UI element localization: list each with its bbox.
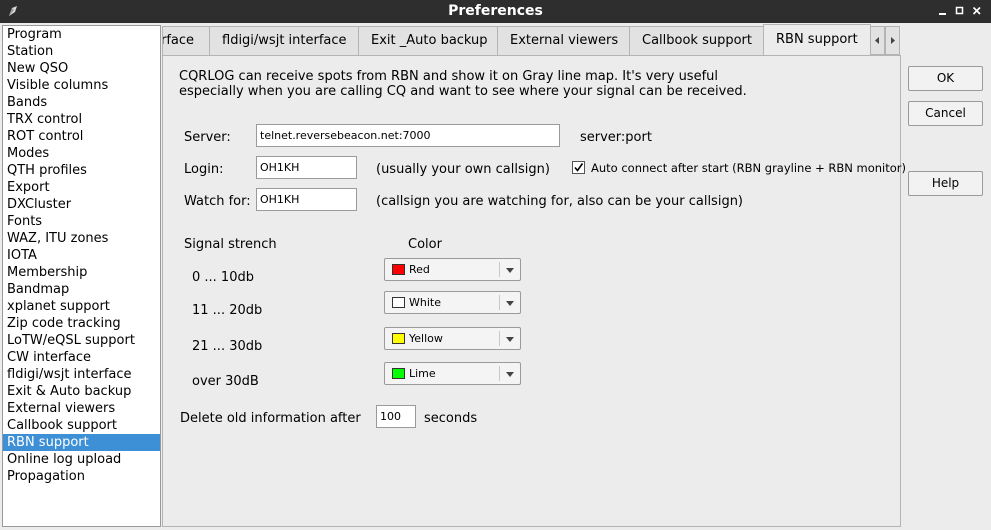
tab-cw-interface-clipped[interactable]: rface [162,26,210,55]
sidebar-item-cw-interface[interactable]: CW interface [3,349,160,366]
sidebar-item-propagation[interactable]: Propagation [3,468,160,485]
signal-strength-header: Signal strench [184,237,277,252]
sidebar-item-zip-code-tracking[interactable]: Zip code tracking [3,315,160,332]
sidebar-item-station[interactable]: Station [3,43,160,60]
tab-callbook-support[interactable]: Callbook support [629,26,764,55]
sidebar-item-exit-auto-backup[interactable]: Exit & Auto backup [3,383,160,400]
chevron-down-icon [506,301,514,306]
sidebar-item-fldigi-wsjt-interface[interactable]: fldigi/wsjt interface [3,366,160,383]
tab-scroll-right-button[interactable] [885,26,900,55]
color-select-11-20[interactable]: White [384,291,521,314]
server-hint: server:port [580,130,652,145]
tab-fldigi-wsjt-interface[interactable]: fldigi/wsjt interface [209,26,359,55]
color-swatch [392,333,405,344]
color-select-0-10[interactable]: Red [384,258,521,281]
sidebar-item-bands[interactable]: Bands [3,94,160,111]
delete-unit-label: seconds [424,411,478,426]
minimize-icon[interactable] [935,3,951,19]
color-swatch [392,368,405,379]
login-hint: (usually your own callsign) [376,162,550,177]
tab-exit-auto-backup[interactable]: Exit _Auto backup [358,26,498,55]
tab-external-viewers[interactable]: External viewers [497,26,630,55]
level-label-0-10: 0 ... 10db [192,270,254,285]
sidebar-item-xplanet-support[interactable]: xplanet support [3,298,160,315]
sidebar-item-external-viewers[interactable]: External viewers [3,400,160,417]
help-button[interactable]: Help [908,171,983,196]
color-select-over-30[interactable]: Lime [384,362,521,385]
sidebar-item-online-log-upload[interactable]: Online log upload [3,451,160,468]
delete-old-label: Delete old information after [180,411,361,426]
sidebar-item-rbn-support[interactable]: RBN support [3,434,160,451]
sidebar-item-membership[interactable]: Membership [3,264,160,281]
server-label: Server: [184,130,231,145]
chevron-left-icon [875,37,879,44]
chevron-down-icon [506,372,514,377]
watch-for-label: Watch for: [184,194,251,209]
sidebar-item-qth-profiles[interactable]: QTH profiles [3,162,160,179]
sidebar-item-program[interactable]: Program [3,26,160,43]
preferences-category-list[interactable]: Program Station New QSO Visible columns … [2,25,161,527]
color-header: Color [408,237,442,252]
login-input[interactable]: OH1KH [256,156,357,179]
checkmark-icon [574,163,584,172]
tab-bar: rface fldigi/wsjt interface Exit _Auto b… [162,24,900,55]
sidebar-item-waz-itu-zones[interactable]: WAZ, ITU zones [3,230,160,247]
maximize-icon[interactable] [952,3,968,19]
cancel-button[interactable]: Cancel [908,101,983,126]
tab-rbn-support[interactable]: RBN support [763,24,871,54]
delete-seconds-input[interactable]: 100 [376,405,416,428]
color-swatch [392,297,405,308]
sidebar-item-visible-columns[interactable]: Visible columns [3,77,160,94]
sidebar-item-rot-control[interactable]: ROT control [3,128,160,145]
sidebar-item-fonts[interactable]: Fonts [3,213,160,230]
sidebar-item-iota[interactable]: IOTA [3,247,160,264]
sidebar-item-export[interactable]: Export [3,179,160,196]
rbn-description: CQRLOG can receive spots from RBN and sh… [179,69,747,99]
auto-connect-checkbox[interactable] [572,161,585,174]
level-label-over-30: over 30dB [192,374,259,389]
sidebar-item-lotw-eqsl-support[interactable]: LoTW/eQSL support [3,332,160,349]
sidebar-item-dxcluster[interactable]: DXCluster [3,196,160,213]
sidebar-item-new-qso[interactable]: New QSO [3,60,160,77]
window-title: Preferences [448,3,543,19]
sidebar-item-trx-control[interactable]: TRX control [3,111,160,128]
rbn-support-panel: CQRLOG can receive spots from RBN and sh… [162,55,906,527]
chevron-right-icon [891,37,895,44]
close-icon[interactable] [969,3,985,19]
watch-for-hint: (callsign you are watching for, also can… [376,194,744,209]
auto-connect-label[interactable]: Auto connect after start (RBN grayline +… [591,161,906,175]
chevron-down-icon [506,337,514,342]
level-label-21-30: 21 ... 30db [192,339,263,354]
level-label-11-20: 11 ... 20db [192,303,263,318]
login-label: Login: [184,162,224,177]
sidebar-item-callbook-support[interactable]: Callbook support [3,417,160,434]
server-input[interactable]: telnet.reversebeacon.net:7000 [256,124,560,147]
title-bar: Preferences [0,0,991,23]
sidebar-item-modes[interactable]: Modes [3,145,160,162]
sidebar-item-bandmap[interactable]: Bandmap [3,281,160,298]
chevron-down-icon [506,268,514,273]
color-swatch [392,264,405,275]
watch-for-input[interactable]: OH1KH [256,188,357,211]
color-select-21-30[interactable]: Yellow [384,327,521,350]
ok-button[interactable]: OK [908,66,983,91]
tab-scroll-left-button[interactable] [870,26,885,55]
